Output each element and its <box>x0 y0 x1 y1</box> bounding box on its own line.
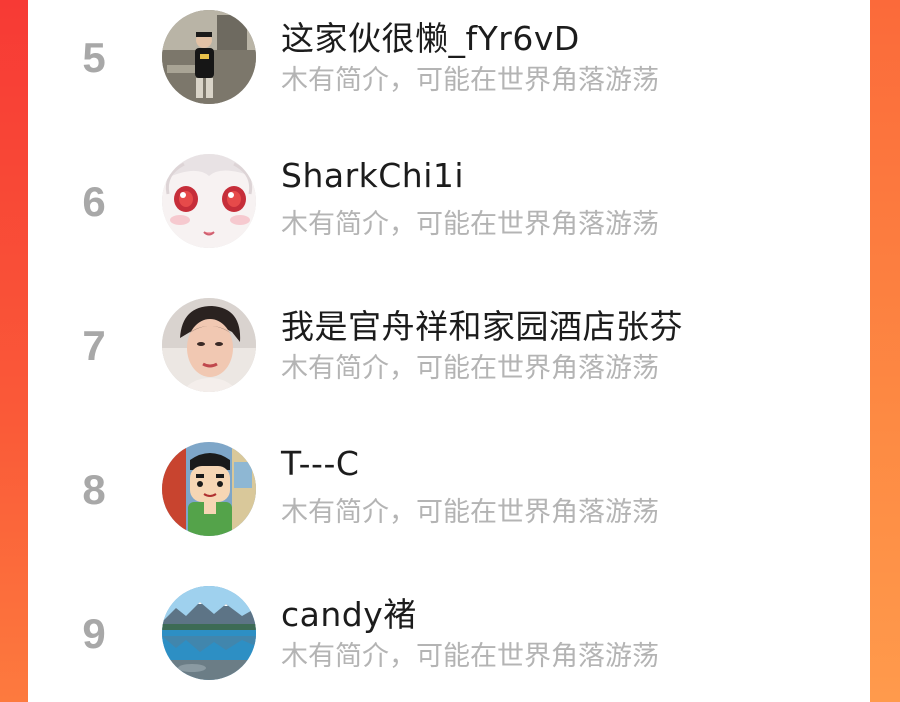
avatar-lake-landscape-icon[interactable] <box>162 586 256 680</box>
user-nickname[interactable]: T---C <box>281 444 359 483</box>
avatar-anime-face-icon[interactable] <box>162 154 256 248</box>
avatar-person-photo-icon[interactable] <box>162 10 256 104</box>
user-nickname[interactable]: 我是官舟祥和家园酒店张芬 <box>281 300 683 348</box>
ranking-row-7[interactable]: 7 我是官舟祥和家园酒店张芬 木有简介，可能在世界角落游荡 <box>28 288 870 432</box>
rank-number: 8 <box>82 466 106 513</box>
user-nickname[interactable]: 这家伙很懒_fYr6vD <box>281 12 580 60</box>
user-intro: 木有简介，可能在世界角落游荡 <box>281 209 659 240</box>
rank-number: 5 <box>82 34 106 81</box>
ranking-list-card: 5 这家伙很懒_fYr6vD 木有简介，可能在世界角落游荡 6 SharkChi… <box>28 0 870 702</box>
user-intro: 木有简介，可能在世界角落游荡 <box>281 353 659 384</box>
ranking-row-9[interactable]: 9 candy褚 木有简介，可能在世界角落游荡 <box>28 576 870 702</box>
background-left-edge <box>0 0 28 702</box>
rank-number: 9 <box>82 610 106 657</box>
user-intro: 木有简介，可能在世界角落游荡 <box>281 641 659 672</box>
user-intro: 木有简介，可能在世界角落游荡 <box>281 65 659 96</box>
avatar-cartoon-boy-icon[interactable] <box>162 442 256 536</box>
rank-number: 6 <box>82 178 106 225</box>
ranking-row-5[interactable]: 5 这家伙很懒_fYr6vD 木有简介，可能在世界角落游荡 <box>28 0 870 144</box>
background-right-edge <box>870 0 900 702</box>
user-nickname[interactable]: SharkChi1i <box>281 156 464 195</box>
avatar-woman-photo-icon[interactable] <box>162 298 256 392</box>
user-intro: 木有简介，可能在世界角落游荡 <box>281 497 659 528</box>
user-nickname[interactable]: candy褚 <box>281 588 417 636</box>
ranking-row-8[interactable]: 8 T---C 木有简介，可能在世界角落游荡 <box>28 432 870 576</box>
ranking-row-6[interactable]: 6 SharkChi1i 木有简介，可能在世界角落游荡 <box>28 144 870 288</box>
rank-number: 7 <box>82 322 106 369</box>
